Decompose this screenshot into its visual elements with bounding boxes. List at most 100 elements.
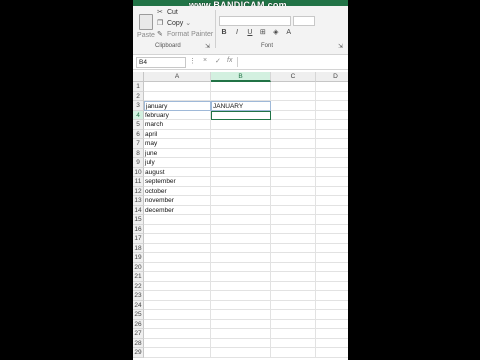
- cell-B14[interactable]: [211, 205, 271, 215]
- row-header-2[interactable]: 2: [133, 91, 144, 101]
- cell-A28[interactable]: [144, 338, 211, 348]
- cell-A2[interactable]: [144, 91, 211, 101]
- cell-B5[interactable]: [211, 120, 271, 130]
- cell-D10[interactable]: [316, 168, 348, 177]
- cell-C19[interactable]: [271, 253, 316, 263]
- cell-B15[interactable]: [211, 215, 271, 225]
- cell-B12[interactable]: [211, 186, 271, 196]
- row-header-27[interactable]: 27: [133, 329, 144, 339]
- cell-B22[interactable]: [211, 281, 271, 291]
- cell-A11[interactable]: september: [144, 177, 211, 187]
- cell-C14[interactable]: [271, 205, 316, 215]
- cell-A25[interactable]: [144, 310, 211, 320]
- select-all-corner[interactable]: [133, 72, 144, 82]
- cell-D16[interactable]: [316, 225, 348, 234]
- cell-C3[interactable]: [271, 101, 316, 111]
- row-header-25[interactable]: 25: [133, 310, 144, 320]
- cell-D1[interactable]: [316, 82, 348, 92]
- copy-button[interactable]: ❐ Copy ⌄: [157, 19, 191, 28]
- cell-A14[interactable]: december: [144, 205, 211, 215]
- cell-D12[interactable]: [316, 187, 348, 196]
- cell-B27[interactable]: [211, 329, 271, 339]
- font-dialog-launcher-icon[interactable]: ⇲: [338, 43, 343, 50]
- formula-input[interactable]: [241, 57, 345, 66]
- cell-B19[interactable]: [211, 253, 271, 263]
- function-icon[interactable]: fx: [227, 57, 232, 64]
- row-header-19[interactable]: 19: [133, 253, 144, 263]
- cell-C26[interactable]: [271, 319, 316, 329]
- italic-button[interactable]: I: [232, 29, 242, 36]
- row-header-24[interactable]: 24: [133, 300, 144, 310]
- bold-button[interactable]: B: [219, 29, 229, 36]
- cell-D4[interactable]: [316, 111, 348, 120]
- cell-A8[interactable]: june: [144, 148, 211, 158]
- column-header-D[interactable]: D: [316, 72, 348, 82]
- row-header-18[interactable]: 18: [133, 243, 144, 253]
- underline-button[interactable]: U: [245, 29, 255, 36]
- row-header-4[interactable]: 4: [133, 110, 144, 120]
- cell-D8[interactable]: [316, 149, 348, 158]
- cell-B28[interactable]: [211, 338, 271, 348]
- row-header-28[interactable]: 28: [133, 338, 144, 348]
- cell-A9[interactable]: july: [144, 158, 211, 168]
- row-header-21[interactable]: 21: [133, 272, 144, 282]
- cell-C7[interactable]: [271, 139, 316, 149]
- row-header-29[interactable]: 29: [133, 348, 144, 358]
- cell-D15[interactable]: [316, 215, 348, 225]
- cell-D22[interactable]: [316, 282, 348, 291]
- cell-A10[interactable]: august: [144, 167, 211, 177]
- row-header-20[interactable]: 20: [133, 262, 144, 272]
- cell-B9[interactable]: [211, 158, 271, 168]
- cell-A6[interactable]: april: [144, 129, 211, 139]
- cell-C29[interactable]: [271, 348, 316, 358]
- cell-C9[interactable]: [271, 158, 316, 168]
- cell-C2[interactable]: [271, 91, 316, 101]
- cell-A20[interactable]: [144, 262, 211, 272]
- row-header-8[interactable]: 8: [133, 148, 144, 158]
- cell-B4[interactable]: [211, 110, 271, 120]
- cell-A12[interactable]: october: [144, 186, 211, 196]
- cell-D20[interactable]: [316, 263, 348, 272]
- cell-D26[interactable]: [316, 320, 348, 329]
- row-header-16[interactable]: 16: [133, 224, 144, 234]
- cell-C20[interactable]: [271, 262, 316, 272]
- cell-D18[interactable]: [316, 244, 348, 253]
- row-header-26[interactable]: 26: [133, 319, 144, 329]
- enter-icon[interactable]: ✓: [215, 57, 221, 65]
- cell-C1[interactable]: [271, 82, 316, 92]
- row-header-13[interactable]: 13: [133, 196, 144, 206]
- cell-A18[interactable]: [144, 243, 211, 253]
- cell-C11[interactable]: [271, 177, 316, 187]
- column-header-A[interactable]: A: [144, 72, 211, 82]
- fill-color-icon[interactable]: ◈: [271, 28, 281, 36]
- cell-C8[interactable]: [271, 148, 316, 158]
- cell-C23[interactable]: [271, 291, 316, 301]
- font-name-dropdown[interactable]: [219, 16, 291, 26]
- cell-C22[interactable]: [271, 281, 316, 291]
- cell-B3[interactable]: JANUARY: [211, 101, 271, 111]
- cell-C21[interactable]: [271, 272, 316, 282]
- cell-D3[interactable]: [316, 101, 348, 111]
- cell-B21[interactable]: [211, 272, 271, 282]
- column-header-C[interactable]: C: [271, 72, 316, 82]
- cell-B7[interactable]: [211, 139, 271, 149]
- font-color-icon[interactable]: A: [284, 29, 294, 36]
- cell-B17[interactable]: [211, 234, 271, 244]
- cell-D14[interactable]: [316, 206, 348, 215]
- cut-button[interactable]: ✂ Cut: [157, 8, 178, 17]
- paste-button[interactable]: Paste: [137, 12, 155, 42]
- cell-D21[interactable]: [316, 272, 348, 282]
- cell-B8[interactable]: [211, 148, 271, 158]
- cell-D19[interactable]: [316, 253, 348, 263]
- cell-A27[interactable]: [144, 329, 211, 339]
- cell-B24[interactable]: [211, 300, 271, 310]
- cell-A19[interactable]: [144, 253, 211, 263]
- row-header-15[interactable]: 15: [133, 215, 144, 225]
- cell-B26[interactable]: [211, 319, 271, 329]
- cell-A3[interactable]: january: [144, 101, 211, 111]
- cell-C6[interactable]: [271, 129, 316, 139]
- row-header-22[interactable]: 22: [133, 281, 144, 291]
- cell-D6[interactable]: [316, 130, 348, 139]
- cell-B10[interactable]: [211, 167, 271, 177]
- cell-B23[interactable]: [211, 291, 271, 301]
